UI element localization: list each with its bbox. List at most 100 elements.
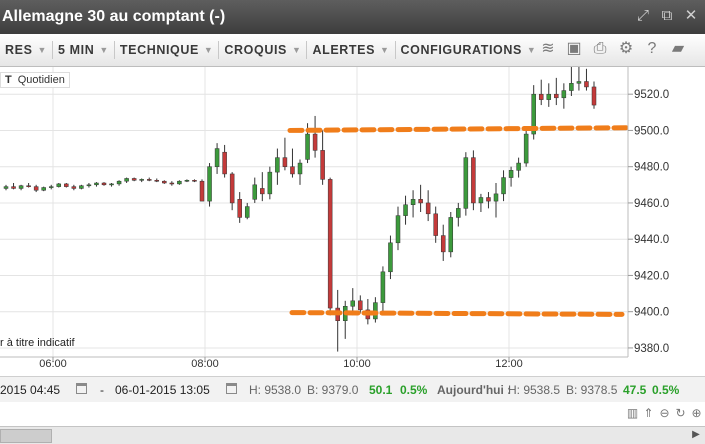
- today-change: 47.5: [623, 383, 647, 397]
- candle-body: [380, 271, 386, 303]
- range-change-pct: 0.5%: [400, 383, 428, 397]
- scroll-up-icon[interactable]: ⇑: [642, 406, 655, 420]
- menu-alertes[interactable]: ALERTES ▼: [307, 43, 394, 57]
- candle-body: [418, 199, 423, 204]
- scroll-right-icon[interactable]: ▶: [689, 428, 703, 442]
- candle-body: [275, 157, 280, 173]
- candle-body: [124, 178, 129, 182]
- candle-body: [18, 185, 24, 189]
- candle-body: [222, 151, 227, 175]
- from-date[interactable]: 2015 04:45: [0, 383, 60, 397]
- window-titlebar: Allemagne 30 au comptant (-) ⤢ ⧉ ✕: [0, 0, 705, 34]
- candle-body: [478, 197, 484, 204]
- candle-body: [350, 300, 356, 307]
- candle-body: [290, 166, 295, 175]
- print-icon[interactable]: ⎙: [592, 40, 608, 58]
- range-high: H: 9538.0: [249, 383, 302, 397]
- menu-technique-label: TECHNIQUE: [119, 43, 199, 57]
- menu-indicators[interactable]: RES ▼: [0, 43, 52, 57]
- to-calendar-icon[interactable]: [226, 383, 237, 397]
- x-tick-label: 08:00: [191, 358, 219, 370]
- menu-croquis[interactable]: CROQUIS ▼: [219, 43, 306, 57]
- popout-icon[interactable]: ⧉: [659, 8, 675, 24]
- navigation-row: ▥ ⇑ ⊖ ↻ ⊕: [0, 402, 705, 426]
- candle-body: [569, 83, 574, 91]
- candle-body: [71, 186, 77, 189]
- horizontal-scrollbar[interactable]: ▶: [0, 426, 705, 444]
- date-dash: -: [100, 383, 104, 397]
- candle-body: [546, 93, 552, 100]
- chevron-down-icon: ▼: [203, 45, 214, 55]
- candle-body: [169, 182, 175, 185]
- toolbar-menus: RES ▼ 5 MIN ▼ TECHNIQUE ▼ CROQUIS ▼ ALERTES ▼…: [0, 34, 541, 66]
- candle-body: [86, 184, 92, 187]
- x-tick-label: 12:00: [495, 358, 523, 370]
- close-icon[interactable]: ✕: [683, 8, 699, 24]
- today-pct: 0.5%: [652, 383, 680, 397]
- period-prefix: T: [5, 74, 12, 86]
- candle-body: [139, 179, 144, 181]
- candle-body: [252, 184, 258, 200]
- menu-configurations[interactable]: CONFIGURATIONS ▼: [396, 43, 542, 57]
- candle-body: [538, 93, 544, 100]
- candle-body: [463, 157, 469, 209]
- candle-body: [403, 204, 408, 216]
- candle-body: [425, 202, 431, 215]
- candle-body: [523, 133, 529, 164]
- y-ticks: 9520.0 9500.0 9480.0 9460.0 9440.0 9420.0 9400…: [628, 89, 669, 355]
- window-title: Allemagne 30 au comptant (-): [2, 8, 226, 25]
- scrollbar-thumb[interactable]: [0, 429, 52, 443]
- menu-interval-label: 5 MIN: [58, 43, 95, 57]
- candle-body: [79, 185, 84, 189]
- reset-icon[interactable]: ↻: [674, 406, 687, 420]
- candle-body: [456, 208, 461, 218]
- to-date[interactable]: 06-01-2015 13:05: [115, 383, 210, 397]
- menu-technique[interactable]: TECHNIQUE ▼: [115, 43, 219, 57]
- zoom-in-icon[interactable]: ⊕: [690, 406, 703, 420]
- y-tick-label: 9400.0: [634, 307, 669, 319]
- candle-body: [312, 133, 318, 151]
- price-chart[interactable]: 9520.0 9500.0 9480.0 9460.0 9440.0 9420.0 9400…: [0, 61, 705, 376]
- candle-body: [433, 213, 438, 236]
- zoom-out-icon[interactable]: ⊖: [658, 406, 671, 420]
- candle-body: [237, 199, 242, 218]
- image-icon[interactable]: ▣: [566, 40, 582, 58]
- today-label: Aujourd'hui :: [437, 383, 512, 397]
- candle-body: [3, 186, 9, 189]
- candle-body: [320, 150, 325, 180]
- menu-interval[interactable]: 5 MIN ▼: [53, 43, 114, 57]
- candle-body: [48, 186, 54, 188]
- menu-indicators-label: RES: [5, 43, 33, 57]
- candle-body: [116, 180, 122, 185]
- y-tick-label: 9520.0: [634, 89, 669, 101]
- candle-body: [486, 197, 491, 202]
- candle-body: [440, 235, 446, 253]
- gear-icon[interactable]: ⚙: [618, 40, 634, 58]
- candle-body: [94, 182, 99, 186]
- chart-toolbar: RES ▼ 5 MIN ▼ TECHNIQUE ▼ CROQUIS ▼ ALERTES ▼…: [0, 34, 705, 67]
- candle-body: [41, 187, 46, 191]
- today-low: B: 9378.5: [566, 383, 618, 397]
- candle-body: [192, 180, 197, 182]
- candle-body: [162, 180, 167, 184]
- status-bar: 2015 04:45 - 06-01-2015 13:05 H: 9538.0 …: [0, 376, 705, 403]
- candle-body: [260, 188, 265, 195]
- candle-body: [26, 185, 31, 187]
- candle-body: [109, 183, 114, 186]
- period-value: Quotidien: [17, 74, 65, 86]
- x-ticks: 06:00 08:00 10:00 12:00: [39, 357, 523, 370]
- candle-body: [554, 93, 559, 99]
- chevron-down-icon: ▼: [37, 45, 48, 55]
- y-tick-label: 9440.0: [634, 234, 669, 246]
- from-calendar-icon[interactable]: [76, 383, 87, 397]
- expand-icon[interactable]: ⤢: [635, 8, 651, 24]
- y-tick-label: 9480.0: [634, 162, 669, 174]
- comment-icon[interactable]: ▰: [670, 40, 686, 58]
- candle-body: [282, 157, 288, 167]
- candle-body: [591, 86, 597, 106]
- layers-icon[interactable]: ≋: [540, 40, 556, 58]
- chart-svg[interactable]: 9520.0 9500.0 9480.0 9460.0 9440.0 9420.0 9400…: [0, 61, 705, 376]
- range-low: B: 9379.0: [307, 383, 359, 397]
- bars-icon[interactable]: ▥: [626, 406, 639, 420]
- help-icon[interactable]: ?: [644, 40, 660, 58]
